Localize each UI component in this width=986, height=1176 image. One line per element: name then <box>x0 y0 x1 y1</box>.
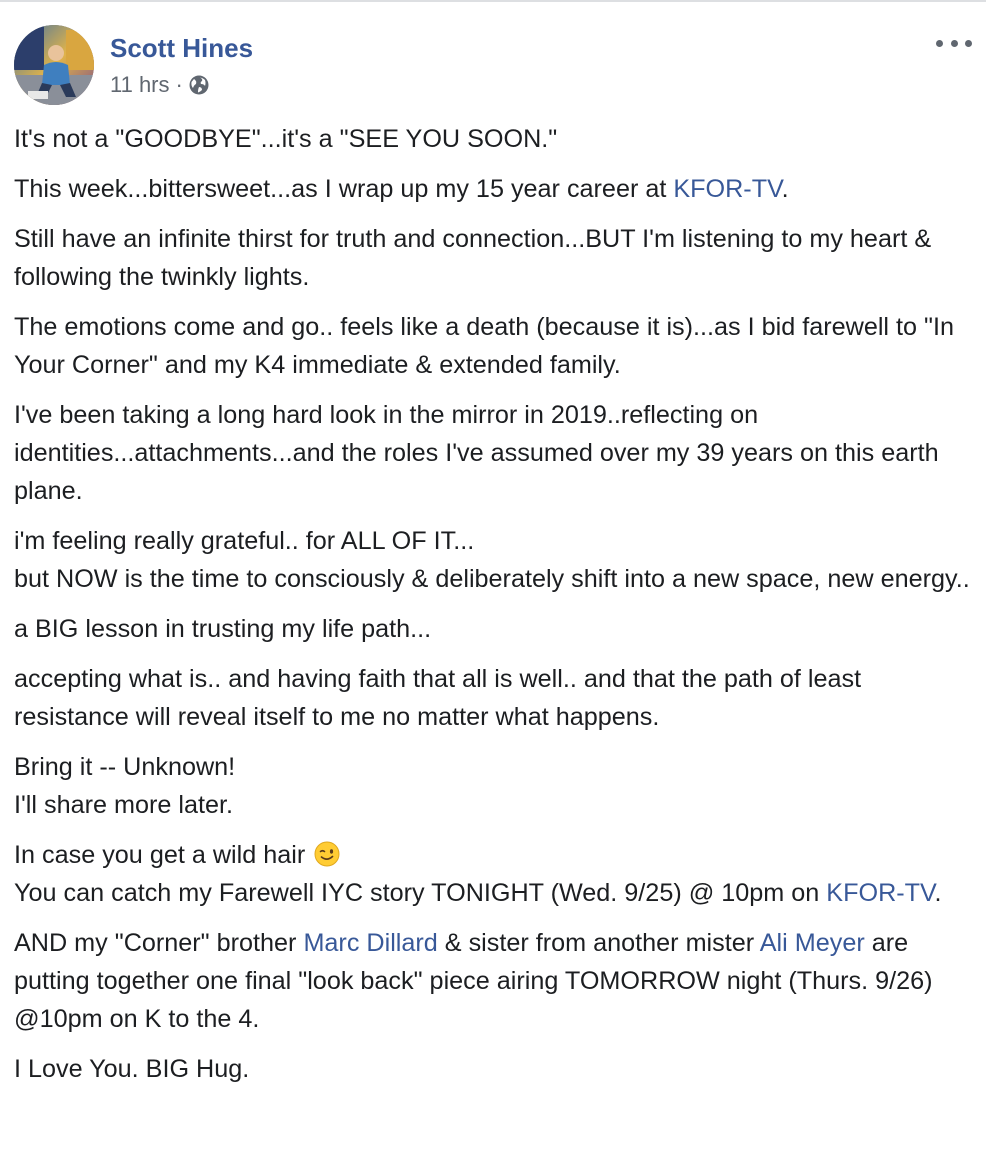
post-link[interactable]: Ali Meyer <box>760 929 865 957</box>
post-paragraph: The emotions come and go.. feels like a … <box>14 308 974 384</box>
post-paragraph: This week...bittersweet...as I wrap up m… <box>14 170 974 208</box>
post-text: In case you get a wild hair <box>14 841 313 869</box>
post-text: I've been taking a long hard look in the… <box>14 401 939 505</box>
post-body: It's not a "GOODBYE"...it's a "SEE YOU S… <box>14 120 974 1100</box>
post-text: The emotions come and go.. feels like a … <box>14 313 954 379</box>
post-paragraph: Still have an infinite thirst for truth … <box>14 220 974 296</box>
post-text: accepting what is.. and having faith tha… <box>14 665 862 731</box>
post-link[interactable]: Marc Dillard <box>303 929 437 957</box>
post-text: . <box>934 879 942 907</box>
post-paragraph: a BIG lesson in trusting my life path... <box>14 610 974 648</box>
post-text: I Love You. BIG Hug. <box>14 1055 250 1083</box>
post-paragraph: I Love You. BIG Hug. <box>14 1050 974 1088</box>
more-dot <box>936 39 943 47</box>
post-meta: 11 hrs · <box>110 72 210 98</box>
post-header: Scott Hines 11 hrs · <box>14 25 974 105</box>
post-timestamp[interactable]: 11 hrs <box>110 72 170 98</box>
post-text: AND my "Corner" brother <box>14 929 304 957</box>
globe-icon[interactable] <box>188 74 210 96</box>
more-dot <box>950 39 958 47</box>
winking-face-emoji <box>314 840 340 867</box>
post-link[interactable]: KFOR-TV <box>826 879 934 907</box>
post-paragraph: In case you get a wild hair You can catc… <box>14 836 974 912</box>
post-text: i'm feeling really grateful.. for ALL OF… <box>14 527 475 555</box>
more-options-icon[interactable] <box>936 33 972 53</box>
post-text: You can catch my Farewell IYC story TONI… <box>14 879 827 907</box>
post-link[interactable]: KFOR-TV <box>673 175 781 203</box>
post-text: a BIG lesson in trusting my life path... <box>14 615 432 643</box>
post-text: & sister from another mister <box>437 929 760 957</box>
post-paragraph: accepting what is.. and having faith tha… <box>14 660 974 736</box>
post-text: Still have an infinite thirst for truth … <box>14 225 932 291</box>
post-text: but NOW is the time to consciously & del… <box>14 565 970 593</box>
post-text: I'll share more later. <box>14 791 233 819</box>
post-top-border <box>0 0 986 2</box>
post-text: Bring it -- Unknown! <box>14 753 236 781</box>
post-text: It's not a "GOODBYE"...it's a "SEE YOU S… <box>14 125 558 153</box>
post-paragraph: AND my "Corner" brother Marc Dillard & s… <box>14 924 974 1038</box>
meta-separator: · <box>175 72 183 97</box>
post-paragraph: i'm feeling really grateful.. for ALL OF… <box>14 522 974 598</box>
post-text: This week...bittersweet...as I wrap up m… <box>14 175 674 203</box>
avatar-photo <box>14 25 94 105</box>
avatar[interactable] <box>14 25 94 105</box>
post-paragraph: Bring it -- Unknown! I'll share more late… <box>14 748 974 824</box>
more-dot <box>965 39 972 47</box>
author-name[interactable]: Scott Hines <box>110 33 253 63</box>
post-paragraph: I've been taking a long hard look in the… <box>14 396 974 510</box>
post-paragraph: It's not a "GOODBYE"...it's a "SEE YOU S… <box>14 120 974 158</box>
post-text: . <box>781 175 789 203</box>
